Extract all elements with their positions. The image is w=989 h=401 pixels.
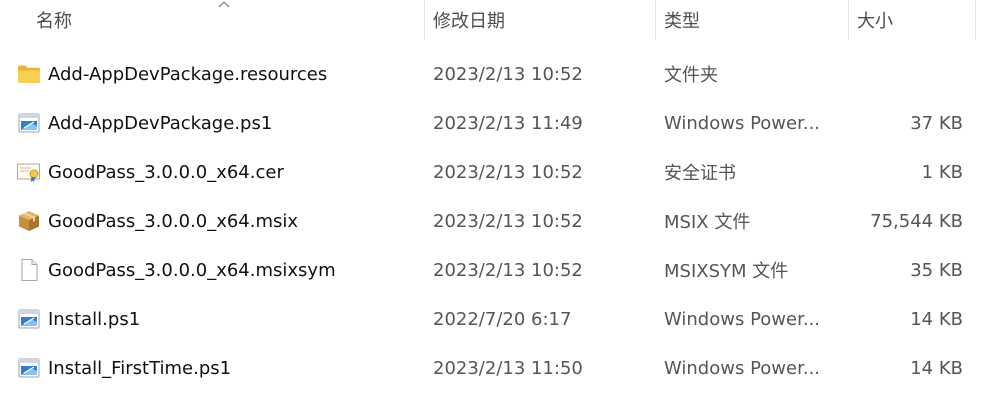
file-modified-date: 2023/2/13 11:50	[433, 357, 583, 379]
sort-ascending-icon	[218, 1, 230, 8]
file-row[interactable]: GoodPass_3.0.0.0_x64.msix 2023/2/13 10:5…	[0, 199, 989, 243]
powershell-script-icon	[16, 306, 42, 332]
package-box-icon	[16, 208, 42, 234]
file-name: GoodPass_3.0.0.0_x64.msix	[48, 210, 299, 232]
file-type: Windows Power...	[664, 308, 821, 330]
file-size: 14 KB	[910, 308, 963, 330]
column-header-size[interactable]: 大小	[857, 0, 967, 40]
certificate-icon	[16, 159, 42, 185]
file-modified-date: 2023/2/13 10:52	[433, 161, 583, 183]
folder-icon	[16, 61, 42, 87]
file-row[interactable]: Install.ps1 2022/7/20 6:17 Windows Power…	[0, 297, 989, 341]
file-size: 35 KB	[910, 259, 963, 281]
file-size: 14 KB	[910, 357, 963, 379]
file-row[interactable]: GoodPass_3.0.0.0_x64.cer 2023/2/13 10:52…	[0, 150, 989, 194]
file-size: 75,544 KB	[870, 210, 963, 232]
powershell-script-icon	[16, 110, 42, 136]
file-modified-date: 2023/2/13 10:52	[433, 63, 583, 85]
file-type: 文件夹	[664, 65, 718, 86]
file-modified-date: 2023/2/13 10:52	[433, 210, 583, 232]
file-modified-date: 2022/7/20 6:17	[433, 308, 572, 330]
file-type: Windows Power...	[664, 357, 821, 379]
column-divider[interactable]	[424, 0, 425, 40]
file-name: Add-AppDevPackage.resources	[48, 63, 328, 85]
column-header-bar: 名称 修改日期 类型 大小	[0, 0, 989, 40]
file-type: 安全证书	[664, 163, 736, 184]
file-type: MSIX 文件	[664, 212, 751, 233]
column-header-date-label: 修改日期	[433, 11, 505, 32]
column-header-type-label: 类型	[664, 11, 700, 32]
column-header-name-label: 名称	[36, 11, 72, 32]
file-type: MSIXSYM 文件	[664, 261, 789, 282]
powershell-script-icon	[16, 355, 42, 381]
file-row[interactable]: Add-AppDevPackage.resources 2023/2/13 10…	[0, 52, 989, 96]
file-row[interactable]: GoodPass_3.0.0.0_x64.msixsym 2023/2/13 1…	[0, 248, 989, 292]
file-row[interactable]: Install_FirstTime.ps1 2023/2/13 11:50 Wi…	[0, 346, 989, 390]
file-name: Add-AppDevPackage.ps1	[48, 112, 273, 134]
file-name: Install_FirstTime.ps1	[48, 357, 232, 379]
column-header-date[interactable]: 修改日期	[433, 0, 653, 40]
column-divider[interactable]	[655, 0, 656, 40]
file-name: GoodPass_3.0.0.0_x64.cer	[48, 161, 284, 183]
column-divider[interactable]	[848, 0, 849, 40]
file-size: 1 KB	[921, 161, 963, 183]
column-header-type[interactable]: 类型	[664, 0, 844, 40]
file-name: GoodPass_3.0.0.0_x64.msixsym	[48, 259, 336, 281]
file-size: 37 KB	[910, 112, 963, 134]
column-divider[interactable]	[975, 0, 976, 40]
blank-file-icon	[16, 257, 42, 283]
file-name: Install.ps1	[48, 308, 141, 330]
file-type: Windows Power...	[664, 112, 821, 134]
file-modified-date: 2023/2/13 11:49	[433, 112, 583, 134]
column-header-size-label: 大小	[857, 11, 893, 32]
file-modified-date: 2023/2/13 10:52	[433, 259, 583, 281]
file-row[interactable]: Add-AppDevPackage.ps1 2023/2/13 11:49 Wi…	[0, 101, 989, 145]
